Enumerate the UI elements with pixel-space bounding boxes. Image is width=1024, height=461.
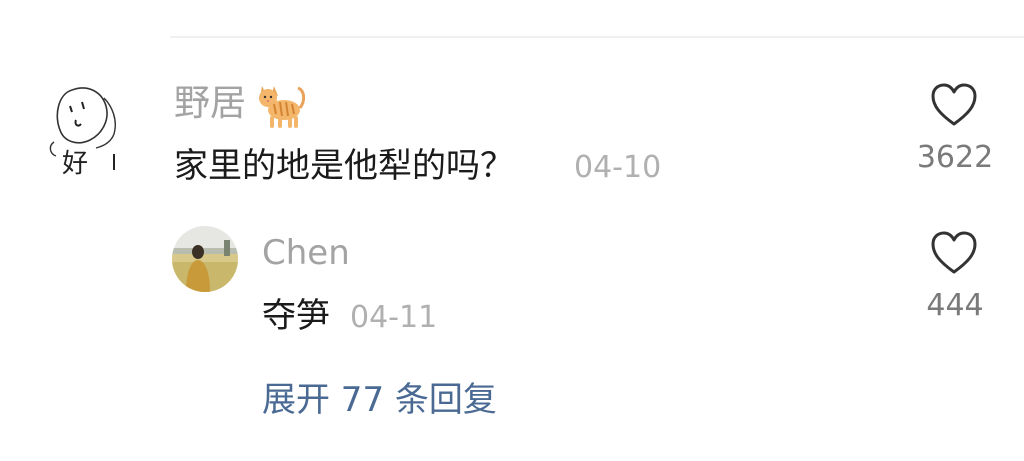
- like-count: 3622: [916, 140, 994, 175]
- svg-text:好: 好: [62, 149, 88, 176]
- cat-emoji-icon: [254, 80, 306, 130]
- reply-username[interactable]: Chen: [262, 232, 350, 274]
- comment-date: 04-10: [574, 150, 662, 185]
- heart-outline-icon: [931, 83, 977, 126]
- username[interactable]: 野居: [174, 82, 246, 126]
- heart-outline-icon: [931, 231, 977, 274]
- expand-replies-link[interactable]: 展开 77 条回复: [262, 378, 497, 422]
- avatar-doodle-icon: 好: [49, 87, 116, 179]
- reply-like-count: 444: [926, 288, 984, 323]
- avatar[interactable]: 好: [44, 76, 130, 179]
- reply-avatar[interactable]: [172, 226, 238, 292]
- reply-like-button[interactable]: [930, 230, 978, 276]
- comment-thread: 好 野居 家里的地是他犁的吗？ 04-10 3622 Chen 夺笋 04-11…: [0, 0, 1024, 461]
- reply-text: 夺笋: [262, 296, 330, 336]
- comment-text: 家里的地是他犁的吗？: [174, 146, 514, 186]
- avatar-photo-icon: [172, 226, 238, 292]
- reply-date: 04-11: [350, 300, 438, 335]
- like-button[interactable]: [930, 82, 978, 128]
